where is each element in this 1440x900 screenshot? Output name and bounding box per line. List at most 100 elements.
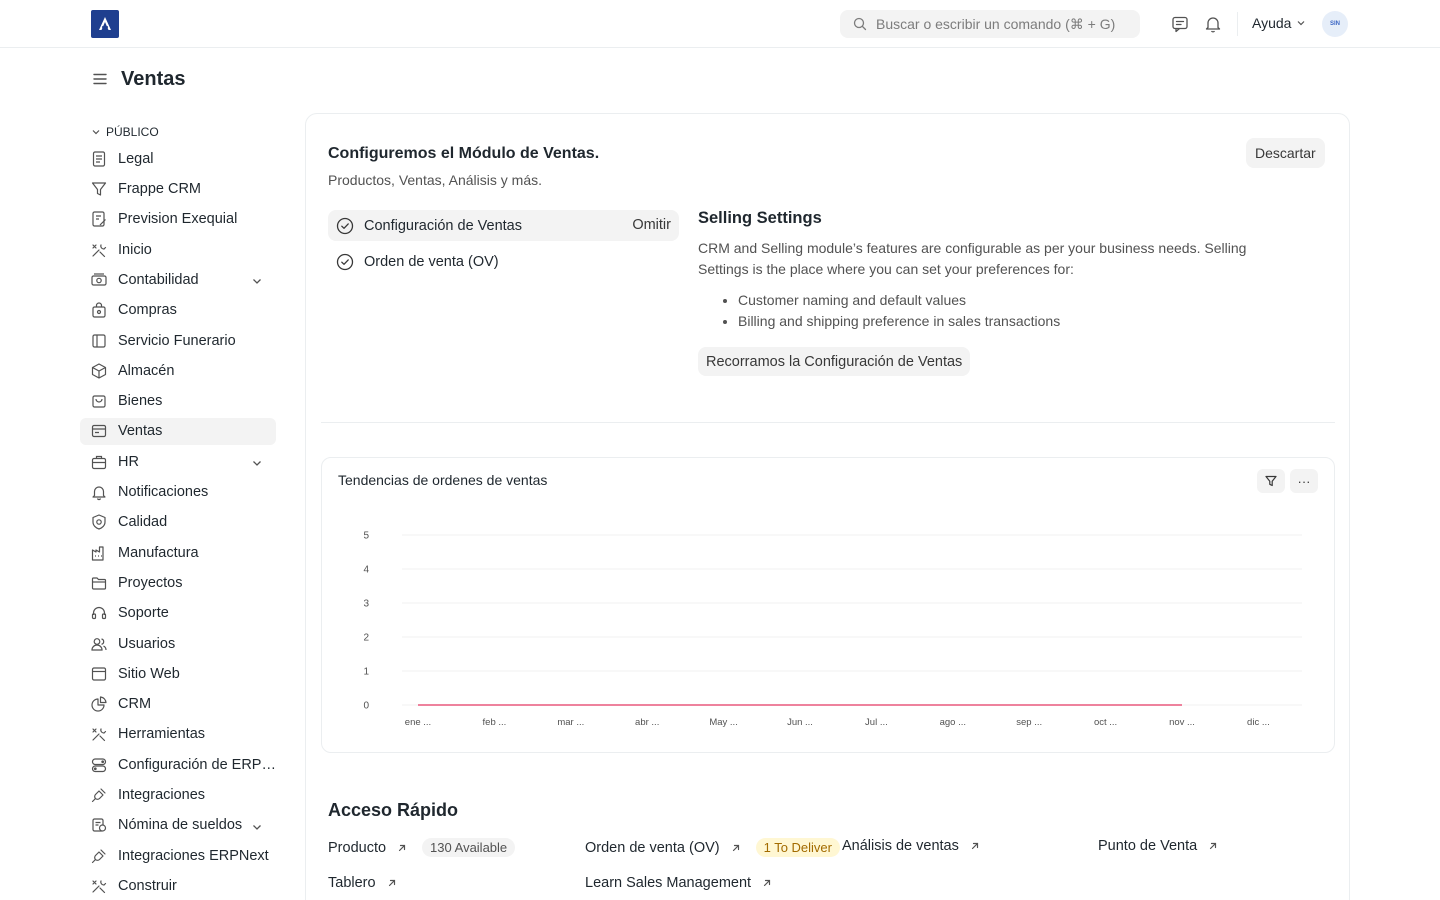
skip-step-button[interactable]: Omitir	[632, 217, 671, 233]
bell-icon[interactable]	[1203, 14, 1223, 34]
sidebar-item-crm[interactable]: CRM	[80, 691, 276, 718]
plug-icon	[91, 849, 106, 863]
x-tick-label: nov ...	[1169, 717, 1195, 728]
headset-icon	[91, 607, 107, 620]
sidebar-item-integraciones-erpnext[interactable]: Integraciones ERPNext	[80, 842, 276, 869]
sidebar-item-compras[interactable]: Compras	[80, 297, 276, 324]
sidebar-item-ventas[interactable]: Ventas	[80, 417, 276, 445]
filter-icon	[91, 182, 107, 196]
workspace-card: Configuremos el Módulo de Ventas. Produc…	[305, 113, 1350, 900]
sidebar-section-header[interactable]: PÚBLICO	[80, 122, 276, 142]
sidebar-item-legal[interactable]: Legal	[80, 145, 276, 172]
factory-icon	[91, 546, 104, 561]
step-label: Orden de venta (OV)	[364, 253, 499, 270]
sidebar-item-prevision-exequial[interactable]: Prevision Exequial	[80, 206, 276, 233]
quick-access-link[interactable]: Tablero	[328, 875, 398, 891]
chevron-down-icon[interactable]	[250, 820, 264, 834]
sidebar-item-label: Manufactura	[118, 544, 199, 561]
sidebar-item-hr[interactable]: HR	[80, 448, 276, 475]
sidebar-item-label: Compras	[118, 302, 177, 319]
sidebar-item-label: Integraciones ERPNext	[118, 847, 269, 864]
quick-access-link[interactable]: Punto de Venta	[1098, 838, 1219, 854]
sidebar-item-label: Legal	[118, 150, 154, 167]
top-navbar: Ayuda SIN	[0, 0, 1440, 48]
sidebar-item-manufactura[interactable]: Manufactura	[80, 539, 276, 566]
chart-title: Tendencias de ordenes de ventas	[338, 472, 548, 488]
quick-access-label: Punto de Venta	[1098, 838, 1198, 854]
x-tick-label: oct ...	[1094, 717, 1117, 728]
sidebar: PÚBLICO Legal Frappe CRM Prevision Exequia…	[80, 122, 276, 899]
arrow-up-right-icon	[732, 844, 739, 851]
quick-access-link[interactable]: Orden de venta (OV) 1 To Deliver	[585, 838, 840, 857]
line-chart: 0 1 2 3 4 5 ene ... feb ... mar ... abr ... May ..…	[363, 531, 1302, 728]
sidebar-item-sitio-web[interactable]: Sitio Web	[80, 660, 276, 687]
payroll-icon	[92, 818, 107, 832]
arrow-up-right-icon	[763, 879, 771, 887]
chart-menu-button[interactable]: ···	[1290, 469, 1318, 493]
sidebar-item-frappe-crm[interactable]: Frappe CRM	[80, 176, 276, 203]
help-dropdown[interactable]: Ayuda	[1252, 15, 1307, 31]
sidebar-item-bienes[interactable]: Bienes	[80, 388, 276, 415]
sidebar-item-almacen[interactable]: Almacén	[80, 357, 276, 384]
arrow-up-right-icon	[1210, 842, 1217, 850]
sidebar-item-integraciones[interactable]: Integraciones	[80, 782, 276, 809]
chart-card: 0 1 2 3 4 5 ene ... feb ... mar ... abr ... May ..…	[321, 457, 1335, 753]
navbar-divider	[1237, 12, 1238, 36]
file-edit-icon	[92, 211, 106, 227]
quick-access-label: Análisis de ventas	[842, 838, 959, 854]
dismiss-button[interactable]: Descartar	[1246, 138, 1325, 168]
search-input[interactable]	[876, 16, 1126, 32]
sidebar-item-nomina-de-sueldos[interactable]: Nómina de sueldos	[80, 812, 276, 839]
folder-icon	[91, 577, 107, 590]
chat-icon[interactable]	[1170, 14, 1190, 34]
quick-access-link[interactable]: Learn Sales Management	[585, 875, 773, 891]
erpnext-logo-icon[interactable]	[91, 10, 119, 38]
sidebar-item-contabilidad[interactable]: Contabilidad	[80, 266, 276, 293]
sidebar-item-inicio[interactable]: Inicio	[80, 236, 276, 263]
sidebar-item-calidad[interactable]: Calidad	[80, 509, 276, 536]
sidebar-item-servicio-funerario[interactable]: Servicio Funerario	[80, 327, 276, 354]
y-tick-label: 1	[363, 667, 369, 678]
sidebar-item-usuarios[interactable]: Usuarios	[80, 630, 276, 657]
help-label: Ayuda	[1252, 15, 1292, 31]
quick-access-label: Tablero	[328, 875, 376, 891]
quick-access-link[interactable]: Producto 130 Available	[328, 838, 516, 857]
walkthrough-button[interactable]: Recorramos la Configuración de Ventas	[698, 347, 971, 376]
chevron-down-icon[interactable]	[250, 456, 264, 470]
sidebar-item-soporte[interactable]: Soporte	[80, 600, 276, 627]
sidebar-item-notificaciones[interactable]: Notificaciones	[80, 479, 276, 506]
sidebar-item-herramientas[interactable]: Herramientas	[80, 721, 276, 748]
step-detail-list: Customer naming and default values Billi…	[720, 290, 1060, 332]
sidebar-item-label: Almacén	[118, 362, 175, 379]
status-badge: 130 Available	[422, 838, 516, 857]
sidebar-item-label: Ventas	[118, 423, 163, 440]
sidebar-item-label: Nómina de sueldos	[118, 817, 243, 834]
onboarding-step-selling-settings[interactable]: Configuración de Ventas Omitir	[328, 210, 679, 241]
filter-icon	[1265, 475, 1277, 487]
sidebar-item-proyectos[interactable]: Proyectos	[80, 569, 276, 596]
onboarding-title: Configuremos el Módulo de Ventas.	[328, 145, 600, 162]
y-tick-label: 3	[363, 599, 369, 610]
quick-access-link[interactable]: Análisis de ventas	[842, 838, 981, 854]
user-avatar[interactable]: SIN	[1322, 11, 1348, 37]
hamburger-menu-icon[interactable]	[91, 70, 109, 88]
book-icon	[92, 333, 106, 348]
arrow-up-right-icon	[971, 842, 978, 850]
onboarding-step-sales-order[interactable]: Orden de venta (OV)	[328, 246, 679, 277]
search-bar[interactable]	[840, 10, 1140, 38]
list-item: Customer naming and default values	[738, 290, 1060, 311]
page-title: Ventas	[121, 67, 186, 90]
chevron-down-icon[interactable]	[250, 274, 264, 288]
chart-filter-button[interactable]	[1257, 469, 1285, 493]
sidebar-item-configuracion-de-erpnext[interactable]: Configuración de ERPNext	[80, 751, 276, 778]
sidebar-item-label: CRM	[118, 696, 152, 713]
sidebar-item-label: Construir	[118, 877, 177, 894]
pie-chart-icon	[91, 696, 107, 712]
y-tick-label: 5	[363, 531, 369, 542]
chevron-down-icon	[1298, 21, 1305, 26]
receipt-icon	[91, 425, 107, 438]
arrow-up-right-icon	[388, 879, 395, 887]
sidebar-item-construir[interactable]: Construir	[80, 872, 276, 899]
browser-icon	[91, 667, 107, 681]
shopping-bag-icon	[92, 302, 106, 318]
